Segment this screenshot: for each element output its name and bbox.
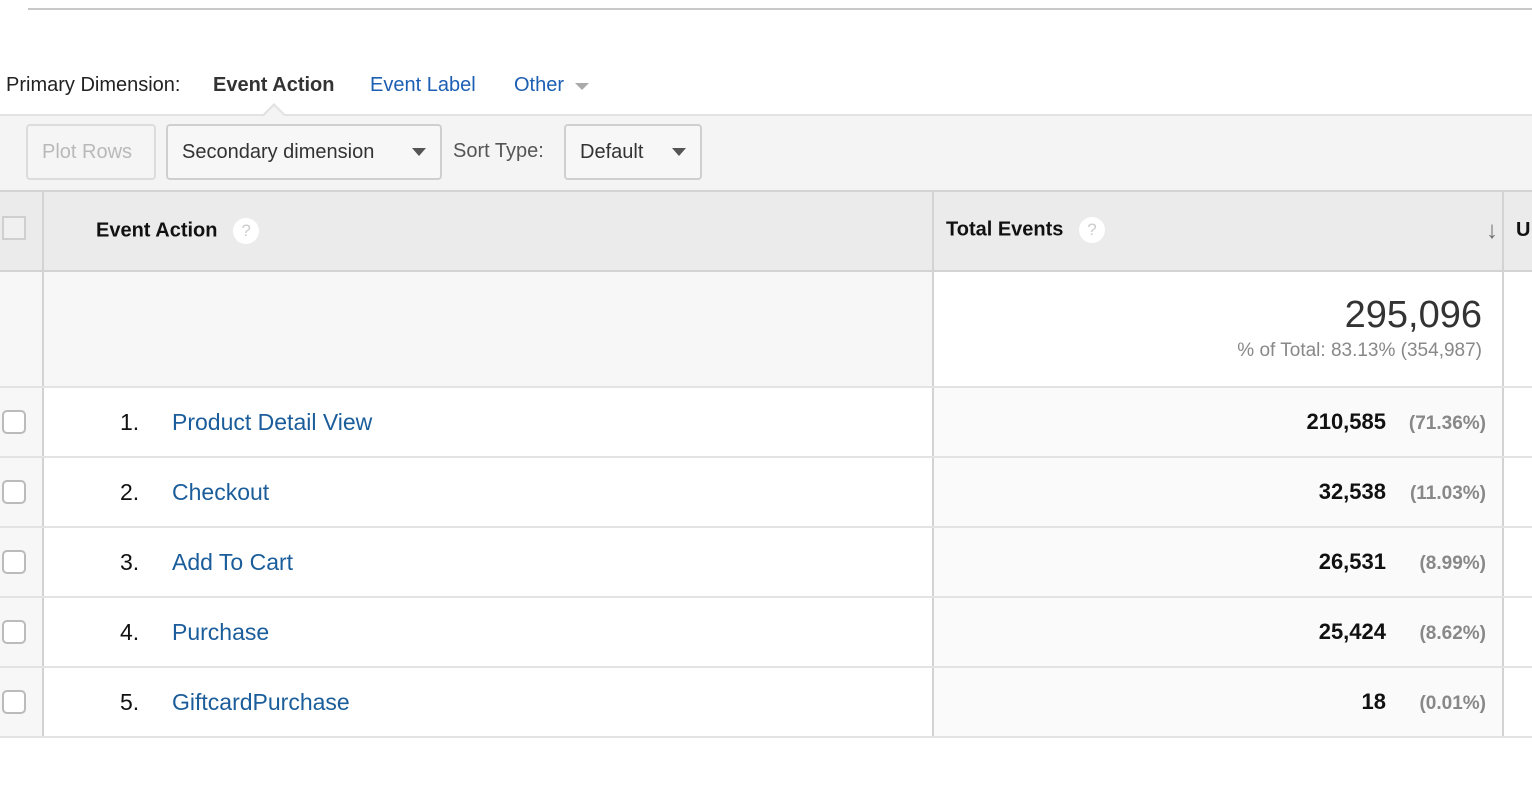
row-checkbox[interactable] [2,410,26,434]
row-checkbox[interactable] [2,690,26,714]
help-icon[interactable]: ? [233,218,260,244]
row-percent: (8.62%) [1419,623,1486,644]
row-checkbox[interactable] [2,480,26,504]
dimension-option-event-action[interactable]: Event Action [213,74,335,97]
row-index: 4. [120,618,140,645]
table-row: 2. Checkout 32,538 (11.03%) [0,457,1532,528]
row-link[interactable]: GiftcardPurchase [172,689,350,715]
table-header-row: Event Action ? Total Events ? ↓ U [0,190,1532,272]
select-all-checkbox[interactable] [2,216,26,240]
row-checkbox[interactable] [2,620,26,644]
header-total-events-label: Total Events [946,218,1064,241]
row-percent: (8.99%) [1419,553,1486,574]
dimension-option-event-label[interactable]: Event Label [370,74,476,97]
sort-type-label: Sort Type: [453,140,544,162]
row-percent: (71.36%) [1408,413,1486,434]
header-next-column-label: U [1516,219,1531,242]
table-row: 1. Product Detail View 210,585 (71.36%) [0,387,1532,458]
row-index: 3. [120,548,140,575]
secondary-dimension-dropdown[interactable]: Secondary dimension [166,124,442,180]
percent-of-total: % of Total: 83.13% (354,987) [1237,340,1482,361]
header-event-action[interactable]: Event Action ? [43,190,934,272]
plot-rows-label: Plot Rows [42,140,133,163]
row-link[interactable]: Checkout [172,479,269,505]
secondary-dimension-label: Secondary dimension [182,140,375,163]
dropdown-caret-icon [672,148,686,156]
dropdown-caret-icon [412,148,426,156]
header-next-column[interactable]: U [1503,190,1532,272]
row-link[interactable]: Product Detail View [172,409,372,435]
table-row: 4. Purchase 25,424 (8.62%) [0,597,1532,668]
row-index: 2. [120,478,140,505]
row-value: 32,538 [1318,479,1386,504]
table-row: 3. Add To Cart 26,531 (8.99%) [0,527,1532,598]
row-percent: (11.03%) [1409,483,1486,504]
plot-rows-button[interactable]: Plot Rows [26,124,156,180]
header-total-events[interactable]: Total Events ? ↓ [933,190,1504,272]
help-icon[interactable]: ? [1079,217,1105,243]
header-select-all-cell [0,190,44,272]
sort-descending-icon[interactable]: ↓ [1486,217,1498,245]
section-divider [28,8,1532,10]
row-value: 210,585 [1306,409,1386,434]
report-table: Event Action ? Total Events ? ↓ U 295,09… [0,190,1532,738]
row-link[interactable]: Purchase [172,619,269,645]
row-value: 26,531 [1318,549,1386,574]
table-row: 5. GiftcardPurchase 18 (0.01%) [0,667,1532,738]
summary-total-cell: 295,096 % of Total: 83.13% (354,987) [933,271,1504,388]
dimension-option-other[interactable]: Other [514,74,564,97]
summary-row: 295,096 % of Total: 83.13% (354,987) [0,271,1532,388]
row-link[interactable]: Add To Cart [172,549,293,575]
table-toolbar: Plot Rows Secondary dimension Sort Type:… [0,114,1532,192]
primary-dimension-label: Primary Dimension: [6,74,181,96]
sort-type-dropdown[interactable]: Default [564,124,702,180]
row-value: 18 [1361,689,1386,714]
row-percent: (0.01%) [1419,693,1486,714]
primary-dimension-bar: Primary Dimension: Event Action Event La… [0,62,1532,112]
row-value: 25,424 [1318,619,1386,644]
row-checkbox[interactable] [2,550,26,574]
row-index: 5. [120,688,140,715]
sort-type-value: Default [580,140,644,163]
total-events-value: 295,096 [1344,294,1482,336]
row-index: 1. [120,408,140,435]
header-event-action-label: Event Action [96,219,218,242]
chevron-down-icon[interactable] [575,83,589,90]
